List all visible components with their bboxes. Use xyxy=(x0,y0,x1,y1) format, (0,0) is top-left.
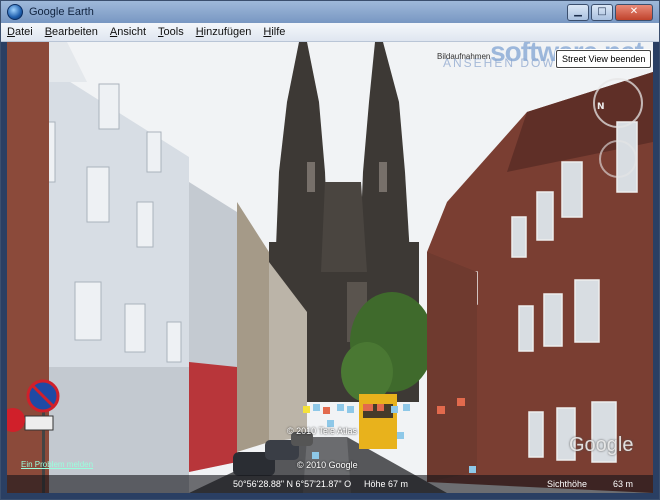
ground-elevation: Höhe 67 m xyxy=(364,479,409,489)
google-logo: Google xyxy=(569,434,634,456)
menu-accelerator: D xyxy=(7,26,15,38)
eye-altitude-label: Sichthöhe xyxy=(547,479,588,489)
minimize-button[interactable]: ▁ xyxy=(567,4,589,21)
menu-accelerator: H xyxy=(195,26,204,38)
tele-atlas-copyright: © 2010 Tele Atlas xyxy=(287,426,358,436)
exit-street-view-button[interactable]: Street View beenden xyxy=(556,50,652,68)
street-view-viewport[interactable]: software.net ANSEHEN DOWNLOADS Bildaufna… xyxy=(7,42,653,493)
menu-tools[interactable]: Tools xyxy=(152,26,190,38)
report-problem-link[interactable]: Ein Problem melden xyxy=(21,460,93,469)
menu-bearbeiten[interactable]: Bearbeiten xyxy=(39,26,104,38)
menu-label: nsicht xyxy=(117,26,147,38)
north-indicator-icon: N xyxy=(597,102,605,112)
menu-hinzufuegen[interactable]: Hinzufügen xyxy=(190,26,258,38)
move-control[interactable] xyxy=(599,140,637,178)
yellow-bus xyxy=(359,394,397,449)
close-button[interactable]: ✕ xyxy=(615,4,653,21)
maximize-button[interactable]: □ xyxy=(591,4,613,21)
menu-label: ilfe xyxy=(271,26,286,38)
google-earth-icon xyxy=(7,4,23,20)
window-controls: ▁ □ ✕ xyxy=(567,4,653,21)
coordinates: 50°56'28.88" N 6°57'21.87" O xyxy=(233,479,352,489)
street-view-label: Bildaufnahmen xyxy=(437,52,491,61)
google-copyright: © 2010 Google xyxy=(297,460,358,470)
eye-altitude-value: 63 m xyxy=(613,479,634,489)
menu-label: earbeiten xyxy=(52,26,98,38)
status-bar: 50°56'28.88" N 6°57'21.87" O Höhe 67 m S… xyxy=(7,475,653,493)
menu-label: inzufügen xyxy=(203,26,252,38)
menu-label: atei xyxy=(14,26,33,38)
menu-label: ools xyxy=(163,26,184,38)
window-title: Google Earth xyxy=(29,6,94,18)
title-bar[interactable]: Google Earth ▁ □ ✕ xyxy=(1,1,659,23)
menu-hilfe[interactable]: Hilfe xyxy=(257,26,291,38)
menu-datei[interactable]: Datei xyxy=(1,26,39,38)
menu-accelerator: B xyxy=(44,26,53,38)
menu-bar: Datei Bearbeiten Ansicht Tools Hinzufüge… xyxy=(1,23,659,42)
menu-ansicht[interactable]: Ansicht xyxy=(104,26,152,38)
app-window: Google Earth ▁ □ ✕ Datei Bearbeiten Ansi… xyxy=(0,0,660,500)
